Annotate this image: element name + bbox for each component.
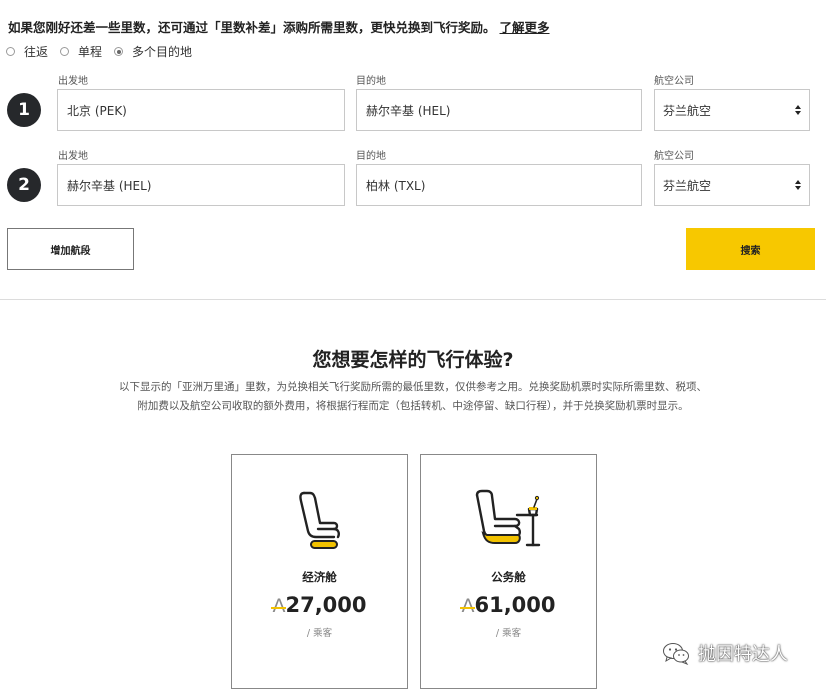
airline-label: 航空公司 [654, 151, 694, 162]
miles-amount: 61,000 [474, 593, 556, 617]
airline-select-segment-1[interactable]: 芬兰航空 [654, 89, 810, 131]
description-line: 以下显示的「亚洲万里通」里数，为兑换相关飞行奖励所需的最低里数，仅供参考之用。兑… [119, 381, 707, 393]
cabin-card-business[interactable]: 公务舱 A61,000 / 乘客 [420, 454, 597, 689]
trip-type-one-way[interactable]: 单程 [60, 43, 102, 60]
origin-input-segment-1[interactable]: 北京 (PEK) [57, 89, 345, 131]
origin-label: 出发地 [58, 76, 88, 87]
notice-text: 如果您刚好还差一些里数，还可通过「里数补差」添购所需里数，更快兑换到飞行奖励。 [8, 20, 496, 35]
per-passenger-label: / 乘客 [306, 628, 333, 639]
experience-title: 您想要怎样的飞行体验? [312, 349, 514, 371]
wechat-icon [663, 643, 689, 665]
learn-more-link[interactable]: 了解更多 [500, 20, 550, 35]
business-seat-icon [475, 489, 540, 547]
description-line: 附加费以及航空公司收取的额外费用，将根据行程而定（包括转机、中途停留、缺口行程）… [137, 400, 689, 412]
select-arrows-icon [795, 180, 801, 190]
cabin-name: 经济舱 [302, 570, 337, 584]
per-passenger-label: / 乘客 [495, 628, 522, 639]
cabin-miles-price: A27,000 [232, 593, 407, 617]
airline-value: 芬兰航空 [663, 103, 712, 118]
watermark: 抛因特达人 [662, 640, 788, 666]
watermark-text: 抛因特达人 [698, 644, 788, 665]
cabin-card-economy[interactable]: 经济舱 A27,000 / 乘客 [231, 454, 408, 689]
airline-label: 航空公司 [654, 76, 694, 87]
radio-label: 单程 [78, 45, 103, 59]
search-button[interactable]: 搜索 [686, 228, 815, 270]
add-segment-button[interactable]: 增加航段 [7, 228, 134, 270]
trip-type-selector: 往返 单程 多个目的地 [6, 43, 204, 60]
airline-select-segment-2[interactable]: 芬兰航空 [654, 164, 810, 206]
miles-topup-notice: 如果您刚好还差一些里数，还可通过「里数补差」添购所需里数，更快兑换到飞行奖励。了… [8, 17, 550, 36]
origin-value: 北京 (PEK) [67, 103, 127, 118]
destination-value: 赫尔辛基 (HEL) [366, 103, 451, 118]
origin-label: 出发地 [58, 151, 88, 162]
destination-value: 柏林 (TXL) [366, 178, 426, 193]
radio-label: 往返 [24, 45, 49, 59]
destination-label: 目的地 [356, 151, 386, 162]
destination-input-segment-2[interactable]: 柏林 (TXL) [356, 164, 642, 206]
cabin-miles-price: A61,000 [421, 593, 596, 617]
select-arrows-icon [795, 105, 801, 115]
trip-type-multi-city[interactable]: 多个目的地 [114, 43, 192, 60]
section-divider [0, 299, 826, 300]
destination-input-segment-1[interactable]: 赫尔辛基 (HEL) [356, 89, 642, 131]
segment-number-badge: 1 [7, 93, 41, 127]
radio-one-way[interactable] [60, 47, 70, 56]
experience-description: 以下显示的「亚洲万里通」里数，为兑换相关飞行奖励所需的最低里数，仅供参考之用。兑… [63, 378, 763, 416]
economy-seat-icon [298, 491, 340, 549]
asia-miles-symbol: A [461, 595, 475, 617]
origin-value: 赫尔辛基 (HEL) [67, 178, 152, 193]
radio-label: 多个目的地 [132, 45, 193, 59]
trip-type-round-trip[interactable]: 往返 [6, 43, 48, 60]
cabin-name: 公务舱 [491, 570, 526, 584]
miles-amount: 27,000 [285, 593, 367, 617]
radio-multi-city[interactable] [114, 47, 124, 56]
asia-miles-symbol: A [272, 595, 286, 617]
segment-number-badge: 2 [7, 168, 41, 202]
radio-round-trip[interactable] [6, 47, 15, 56]
origin-input-segment-2[interactable]: 赫尔辛基 (HEL) [57, 164, 345, 206]
destination-label: 目的地 [356, 76, 386, 87]
airline-value: 芬兰航空 [663, 178, 712, 193]
